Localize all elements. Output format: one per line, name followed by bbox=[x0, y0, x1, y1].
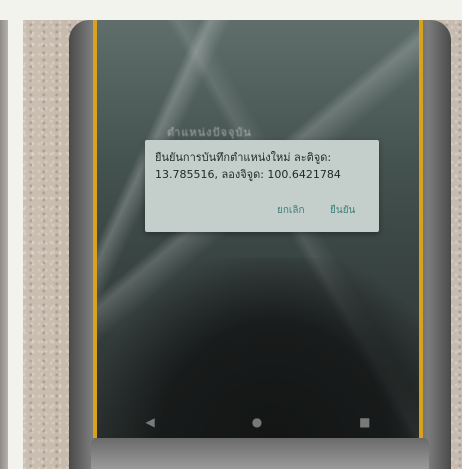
rugged-phone: ตำแหน่งปัจจุบัน ยืนยันการบันทึกตำแหน่งให… bbox=[69, 20, 451, 469]
confirm-button[interactable]: ยืนยัน bbox=[330, 203, 355, 218]
photo: ตำแหน่งปัจจุบัน ยืนยันการบันทึกตำแหน่งให… bbox=[23, 20, 462, 469]
left-edge-object bbox=[0, 20, 8, 469]
phone-chin bbox=[91, 438, 429, 469]
confirm-location-dialog: ยืนยันการบันทึกตำแหน่งใหม่ ละติจูด: 13.7… bbox=[145, 140, 379, 232]
home-icon[interactable]: ● bbox=[252, 415, 262, 429]
back-icon[interactable]: ◀ bbox=[145, 415, 154, 429]
android-nav-bar: ◀ ● ■ bbox=[97, 406, 419, 438]
phone-screen: ตำแหน่งปัจจุบัน ยืนยันการบันทึกตำแหน่งให… bbox=[97, 20, 419, 438]
recent-apps-icon[interactable]: ■ bbox=[359, 415, 370, 429]
cancel-button[interactable]: ยกเลิก bbox=[277, 203, 305, 218]
dialog-message: ยืนยันการบันทึกตำแหน่งใหม่ ละติจูด: 13.7… bbox=[155, 151, 341, 181]
app-title-blurred: ตำแหน่งปัจจุบัน bbox=[167, 126, 252, 139]
